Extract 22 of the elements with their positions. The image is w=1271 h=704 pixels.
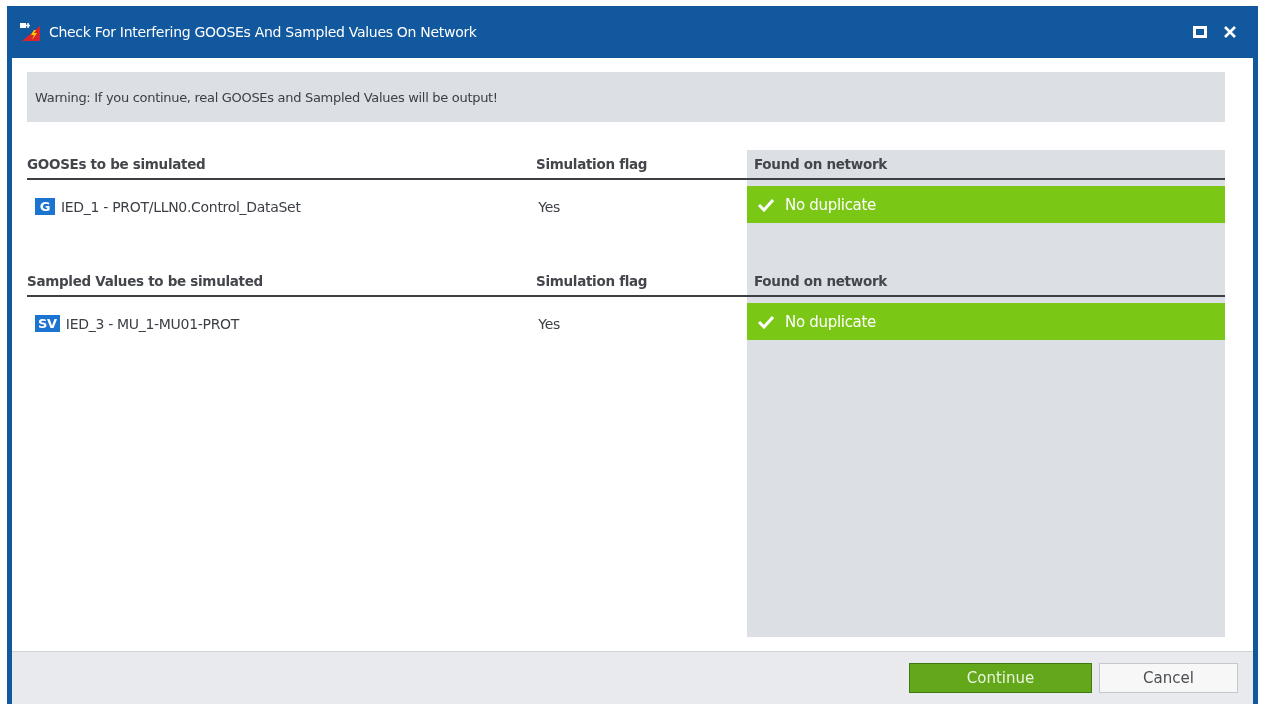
app-logo-icon [20, 23, 42, 41]
cancel-button[interactable]: Cancel [1099, 663, 1238, 693]
table-cell-text: Yes [538, 198, 562, 215]
column-header: Found on network [753, 273, 887, 289]
table-cell-text: Yes [538, 315, 562, 332]
column-header: Simulation flag [536, 156, 649, 172]
close-icon[interactable] [1223, 25, 1237, 39]
status-text: No duplicate [785, 195, 876, 214]
column-header: GOOSEs to be simulated [27, 156, 207, 172]
check-icon [757, 197, 775, 212]
warning-text: Warning: If you continue, real GOOSEs and Sampled Values will be output! [35, 89, 498, 105]
maximize-icon[interactable] [1193, 26, 1207, 38]
column-header: Sampled Values to be simulated [27, 273, 264, 289]
column-header: Simulation flag [536, 273, 649, 289]
check-icon [757, 314, 775, 329]
table-cell: IED_1 - PROT/LLN0.Control_DataSet [61, 198, 301, 215]
status-text: No duplicate [785, 312, 876, 331]
column-header: Found on network [753, 156, 887, 172]
type-badge: SV [35, 315, 60, 332]
window-title: Check For Interfering GOOSEs And Sampled Values On Network [49, 24, 477, 40]
table-cell: IED_3 - MU_1-MU01-PROT [65, 315, 240, 332]
type-badge: G [35, 198, 55, 215]
